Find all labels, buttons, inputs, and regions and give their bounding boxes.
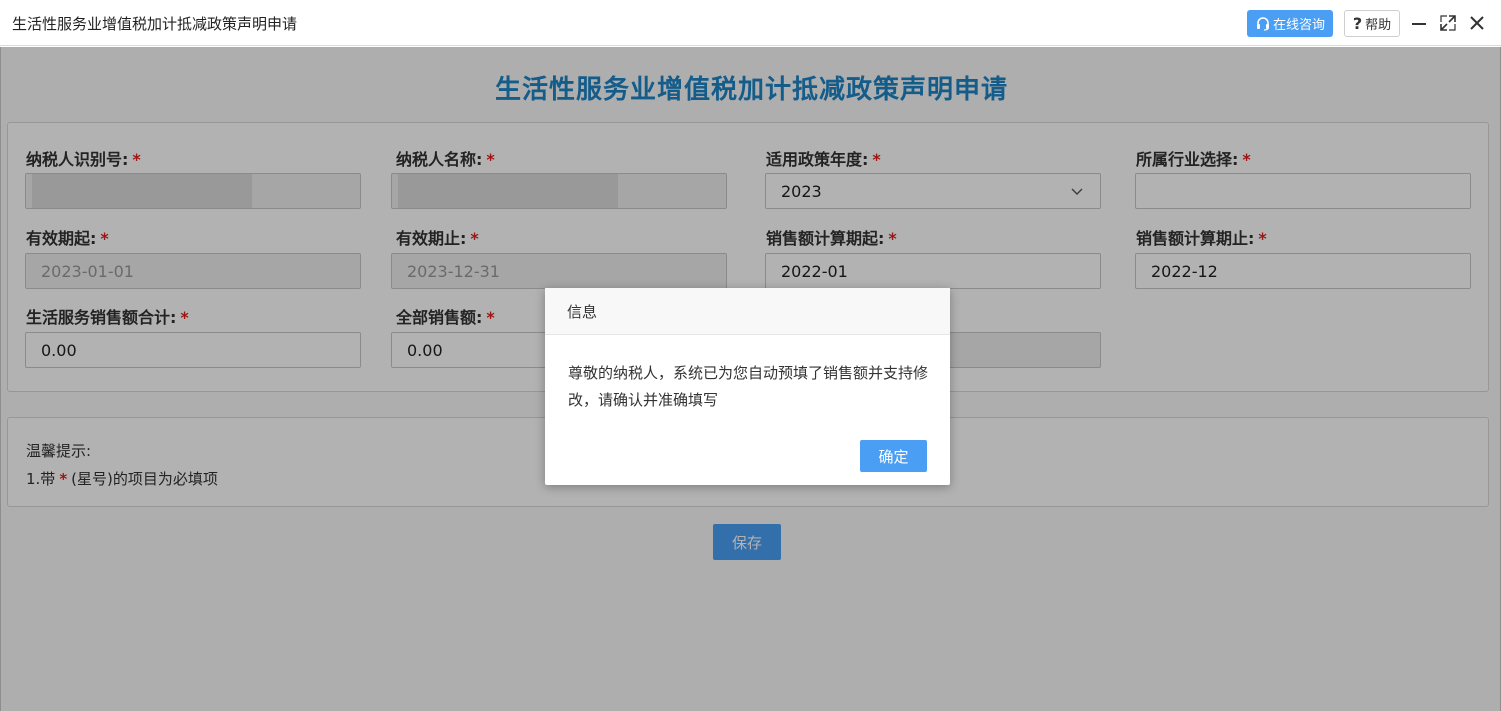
dialog-title: 信息 [567,302,598,321]
minimize-icon [1412,23,1426,25]
minimize-button[interactable] [1408,12,1430,34]
close-icon [1470,16,1484,30]
maximize-button[interactable] [1437,12,1459,34]
headset-icon [1256,16,1269,31]
question-icon: ? [1352,14,1363,33]
window-title: 生活性服务业增值税加计抵减政策声明申请 [12,15,298,33]
dialog-message: 尊敬的纳税人，系统已为您自动预填了销售额并支持修改，请确认并准确填写 [568,364,929,409]
dialog-header: 信息 [545,288,950,335]
online-consult-label: 在线咨询 [1272,18,1325,33]
help-button[interactable]: ? 帮助 [1344,10,1400,37]
close-button[interactable] [1466,12,1488,34]
confirm-button[interactable]: 确定 [860,440,927,472]
info-dialog: 信息 尊敬的纳税人，系统已为您自动预填了销售额并支持修改，请确认并准确填写 确定 [545,288,950,485]
online-consult-button[interactable]: 在线咨询 [1247,10,1333,37]
window-titlebar: 生活性服务业增值税加计抵减政策声明申请 在线咨询 ? 帮助 [0,0,1501,46]
help-label: 帮助 [1365,18,1392,33]
maximize-icon [1440,15,1456,31]
